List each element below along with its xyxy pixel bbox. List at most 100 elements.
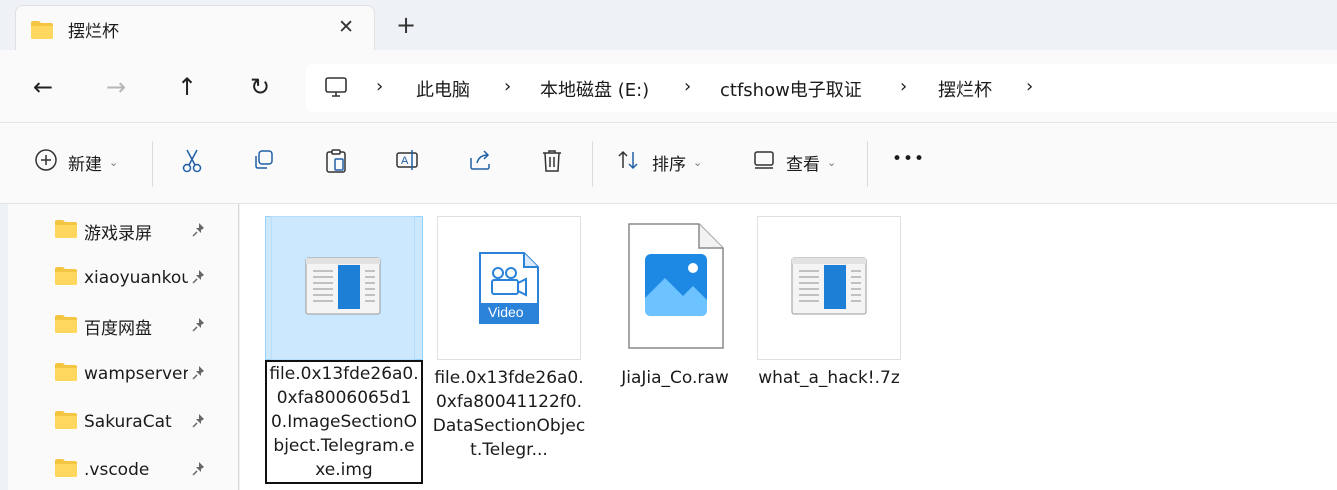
breadcrumb-item-ctfshow[interactable]: ctfshow电子取证 — [720, 76, 862, 102]
sidebar-item-vscode[interactable]: .vscode — [54, 456, 214, 484]
file-item[interactable]: what_a_hack!.7z — [750, 216, 908, 390]
view-button-label: 查看 — [786, 155, 820, 175]
file-thumbnail — [757, 216, 901, 360]
file-thumbnail — [271, 216, 415, 360]
more-dots-icon: ••• — [892, 149, 926, 169]
copy-icon — [252, 148, 276, 177]
share-button[interactable] — [468, 148, 494, 177]
video-label: Video — [488, 304, 524, 320]
file-name[interactable]: file.0x13fde26a0.0xfa80041122f0.DataSect… — [430, 366, 588, 462]
pin-icon — [190, 268, 208, 291]
new-button[interactable]: 新建 ⌄ — [34, 148, 118, 177]
navigation-pane: 游戏录屏 xiaoyuankou 百度网盘 wampserver SakuraC… — [0, 204, 238, 490]
sidebar-item-wampserver[interactable]: wampserver — [54, 360, 214, 388]
tab-strip: 摆烂杯 ✕ + — [0, 0, 1337, 50]
this-pc-icon[interactable] — [324, 76, 348, 103]
folder-icon — [54, 219, 78, 244]
more-options-button[interactable]: ••• — [892, 149, 925, 169]
folder-icon — [30, 20, 54, 45]
sidebar-item-label: SakuraCat — [84, 412, 172, 432]
command-bar: 新建 ⌄ A 排序 ⌄ 查看 ⌄ ••• — [0, 122, 1337, 204]
file-list: file.0x13fde26a0.0xfa8006065d10.ImageSec… — [240, 204, 1337, 490]
clipboard-icon — [324, 148, 348, 179]
forward-button[interactable]: → — [101, 72, 131, 102]
breadcrumb-separator[interactable]: › — [900, 76, 907, 97]
window-edge — [0, 204, 8, 490]
breadcrumb-item-this-pc[interactable]: 此电脑 — [416, 76, 470, 102]
navigation-bar: ← → ↑ ↻ › 此电脑 › 本地磁盘 (E:) › ctfshow电子取证 … — [0, 50, 1337, 122]
sidebar-item-label: wampserver — [84, 364, 188, 384]
rename-icon: A — [395, 148, 421, 177]
refresh-icon: ↻ — [249, 73, 271, 101]
executable-window-icon — [791, 257, 867, 320]
file-name[interactable]: file.0x13fde26a0.0xfa8006065d10.ImageSec… — [265, 360, 423, 484]
video-file-icon: Video — [478, 251, 540, 325]
sidebar-item-youxiluping[interactable]: 游戏录屏 — [54, 217, 214, 245]
chevron-down-icon: ⌄ — [693, 156, 703, 169]
executable-window-icon — [305, 257, 381, 320]
tab-current[interactable]: 摆烂杯 ✕ — [15, 5, 375, 50]
address-bar[interactable]: › 此电脑 › 本地磁盘 (E:) › ctfshow电子取证 › 摆烂杯 › — [306, 64, 1337, 112]
sidebar-item-xiaoyuankou[interactable]: xiaoyuankou — [54, 264, 214, 292]
pin-icon — [190, 460, 208, 483]
breadcrumb-item-drive[interactable]: 本地磁盘 (E:) — [540, 76, 649, 102]
folder-icon — [54, 410, 78, 435]
sort-arrows-icon — [616, 148, 642, 177]
chevron-down-icon: ⌄ — [109, 156, 119, 169]
new-button-label: 新建 — [68, 155, 102, 175]
folder-icon — [54, 362, 78, 387]
up-arrow-icon: ↑ — [176, 73, 198, 101]
copy-button[interactable] — [252, 148, 276, 177]
toolbar-divider — [592, 141, 593, 187]
scissors-icon — [180, 148, 204, 179]
tab-close-button[interactable]: ✕ — [338, 16, 354, 38]
sort-button[interactable]: 排序 ⌄ — [616, 148, 702, 177]
file-item[interactable]: JiaJia_Co.raw — [596, 216, 754, 390]
toolbar-divider — [152, 141, 153, 187]
pin-icon — [190, 316, 208, 339]
forward-arrow-icon: → — [105, 73, 127, 101]
folder-icon — [54, 266, 78, 291]
view-icon — [752, 148, 776, 177]
back-arrow-icon: ← — [32, 73, 54, 101]
sidebar-item-sakuracat[interactable]: SakuraCat — [54, 408, 214, 436]
delete-button[interactable] — [540, 148, 564, 179]
breadcrumb-item-current[interactable]: 摆烂杯 — [938, 76, 992, 102]
pane-divider[interactable] — [238, 204, 239, 490]
breadcrumb-separator[interactable]: › — [376, 76, 383, 97]
sidebar-item-label: 游戏录屏 — [84, 223, 152, 244]
sidebar-item-label: .vscode — [84, 460, 150, 480]
up-button[interactable]: ↑ — [172, 72, 202, 102]
back-button[interactable]: ← — [28, 72, 58, 102]
refresh-button[interactable]: ↻ — [245, 72, 275, 102]
file-name[interactable]: what_a_hack!.7z — [750, 366, 908, 390]
pin-icon — [190, 221, 208, 244]
tab-title: 摆烂杯 — [68, 22, 119, 42]
file-name[interactable]: JiaJia_Co.raw — [596, 366, 754, 390]
file-item[interactable]: Video file.0x13fde26a0.0xfa80041122f0.Da… — [430, 216, 588, 462]
image-file-icon — [625, 222, 725, 355]
chevron-down-icon: ⌄ — [827, 156, 837, 169]
plus-circle-icon — [34, 148, 58, 177]
folder-icon — [54, 458, 78, 483]
file-thumbnail: Video — [437, 216, 581, 360]
paste-button[interactable] — [324, 148, 348, 179]
view-button[interactable]: 查看 ⌄ — [752, 148, 836, 177]
file-thumbnail — [603, 216, 747, 360]
sidebar-item-label: xiaoyuankou — [84, 268, 188, 288]
cut-button[interactable] — [180, 148, 204, 179]
pin-icon — [190, 364, 208, 387]
breadcrumb-separator[interactable]: › — [684, 76, 691, 97]
svg-text:A: A — [401, 155, 409, 167]
toolbar-divider — [867, 141, 868, 187]
breadcrumb-separator[interactable]: › — [1026, 76, 1033, 97]
sidebar-item-label: 百度网盘 — [84, 318, 152, 339]
trash-icon — [540, 148, 564, 179]
file-item[interactable]: file.0x13fde26a0.0xfa8006065d10.ImageSec… — [265, 216, 423, 484]
new-tab-button[interactable]: + — [396, 12, 416, 38]
folder-icon — [54, 314, 78, 339]
breadcrumb-separator[interactable]: › — [504, 76, 511, 97]
sidebar-item-baiduwangpan[interactable]: 百度网盘 — [54, 312, 214, 340]
share-icon — [468, 148, 494, 177]
rename-button[interactable]: A — [395, 148, 421, 177]
